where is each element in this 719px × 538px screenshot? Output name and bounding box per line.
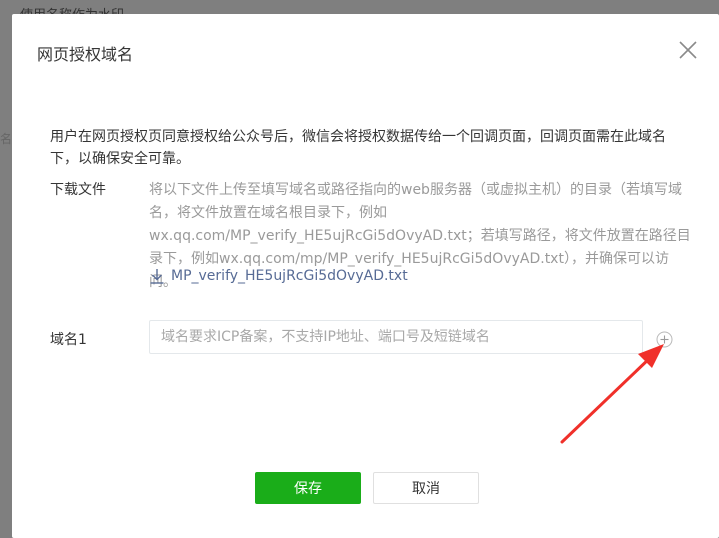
dialog-description: 用户在网页授权页同意授权给公众号后，微信会将授权数据传给一个回调页面，回调页面需… — [50, 129, 666, 167]
background-edge-fragment: 名 — [0, 132, 13, 146]
close-icon — [679, 41, 697, 59]
domain-authorization-dialog: 网页授权域名 用户在网页授权页同意授权给公众号后，微信会将授权数据传给一个回调页… — [12, 14, 719, 538]
download-icon — [150, 269, 164, 284]
download-file-link[interactable]: MP_verify_HE5ujRcGi5dOvyAD.txt — [149, 268, 408, 284]
domain-1-input[interactable] — [149, 320, 643, 354]
close-button[interactable] — [676, 38, 700, 62]
dialog-title: 网页授权域名 — [37, 45, 134, 64]
download-file-label: 下载文件 — [50, 182, 106, 198]
plus-circle-icon — [656, 331, 673, 348]
download-file-name: MP_verify_HE5ujRcGi5dOvyAD.txt — [171, 268, 408, 284]
cancel-button[interactable]: 取消 — [373, 472, 479, 504]
add-domain-button[interactable] — [656, 331, 673, 348]
save-button[interactable]: 保存 — [255, 472, 361, 504]
domain-1-label: 域名1 — [50, 332, 87, 348]
